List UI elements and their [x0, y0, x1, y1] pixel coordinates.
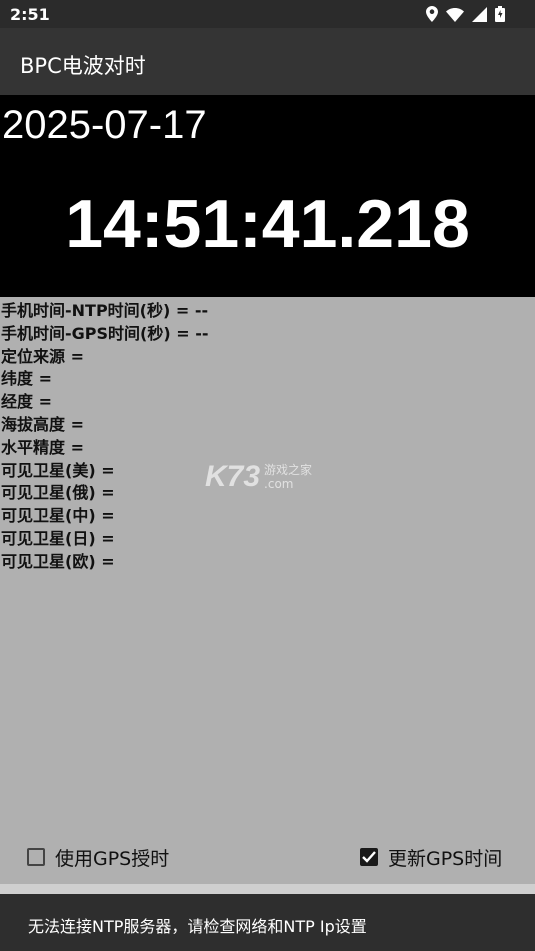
- status-time: 2:51: [10, 5, 50, 24]
- battery-icon: [495, 6, 505, 26]
- location-icon: [426, 6, 438, 26]
- use-gps-checkbox[interactable]: [27, 848, 45, 866]
- info-satellites-cn: 可见卫星(中) =: [1, 506, 115, 526]
- update-gps-checkbox-row[interactable]: 更新GPS时间: [360, 843, 502, 871]
- info-ntp-offset: 手机时间-NTP时间(秒) = --: [1, 301, 209, 320]
- watermark-line2: .com: [264, 477, 294, 491]
- signal-icon: [472, 6, 487, 26]
- info-satellites-eu: 可见卫星(欧) =: [1, 551, 115, 571]
- info-longitude: 经度 =: [1, 392, 52, 412]
- clock-panel: 2025-07-17 14:51:41.218: [0, 95, 535, 297]
- info-satellites-ru: 可见卫星(俄) =: [1, 483, 115, 503]
- info-list: 手机时间-NTP时间(秒) = -- 手机时间-GPS时间(秒) = -- 定位…: [1, 300, 208, 574]
- divider: [0, 884, 535, 894]
- info-satellites-jp: 可见卫星(日) =: [1, 528, 115, 548]
- info-latitude: 纬度 =: [1, 369, 52, 389]
- wifi-icon: [446, 7, 464, 26]
- check-icon: [362, 851, 376, 863]
- status-bar: 2:51: [0, 0, 535, 28]
- watermark-logo: K73: [205, 460, 261, 493]
- watermark-text: 游戏之家 .com: [264, 463, 312, 491]
- toast-message: 无法连接NTP服务器，请检查网络和NTP Ip设置: [0, 894, 535, 951]
- current-date: 2025-07-17: [2, 103, 207, 147]
- info-altitude: 海拔高度 =: [1, 414, 84, 434]
- toast-text: 无法连接NTP服务器，请检查网络和NTP Ip设置: [28, 917, 367, 936]
- app-bar: BPC电波对时: [0, 28, 535, 95]
- current-time: 14:51:41.218: [65, 186, 470, 262]
- update-gps-label[interactable]: 更新GPS时间: [388, 844, 502, 871]
- info-location-source: 定位来源 =: [1, 346, 84, 366]
- watermark: K73 游戏之家 .com: [205, 460, 312, 494]
- info-satellites-us: 可见卫星(美) =: [1, 460, 115, 480]
- app-title: BPC电波对时: [20, 54, 146, 78]
- info-horizontal-accuracy: 水平精度 =: [1, 437, 84, 457]
- use-gps-checkbox-row[interactable]: 使用GPS授时: [27, 843, 169, 871]
- status-icons: [426, 6, 505, 26]
- info-gps-offset: 手机时间-GPS时间(秒) = --: [1, 323, 209, 343]
- use-gps-label[interactable]: 使用GPS授时: [55, 844, 169, 871]
- watermark-line1: 游戏之家: [264, 463, 313, 477]
- update-gps-checkbox[interactable]: [360, 848, 378, 866]
